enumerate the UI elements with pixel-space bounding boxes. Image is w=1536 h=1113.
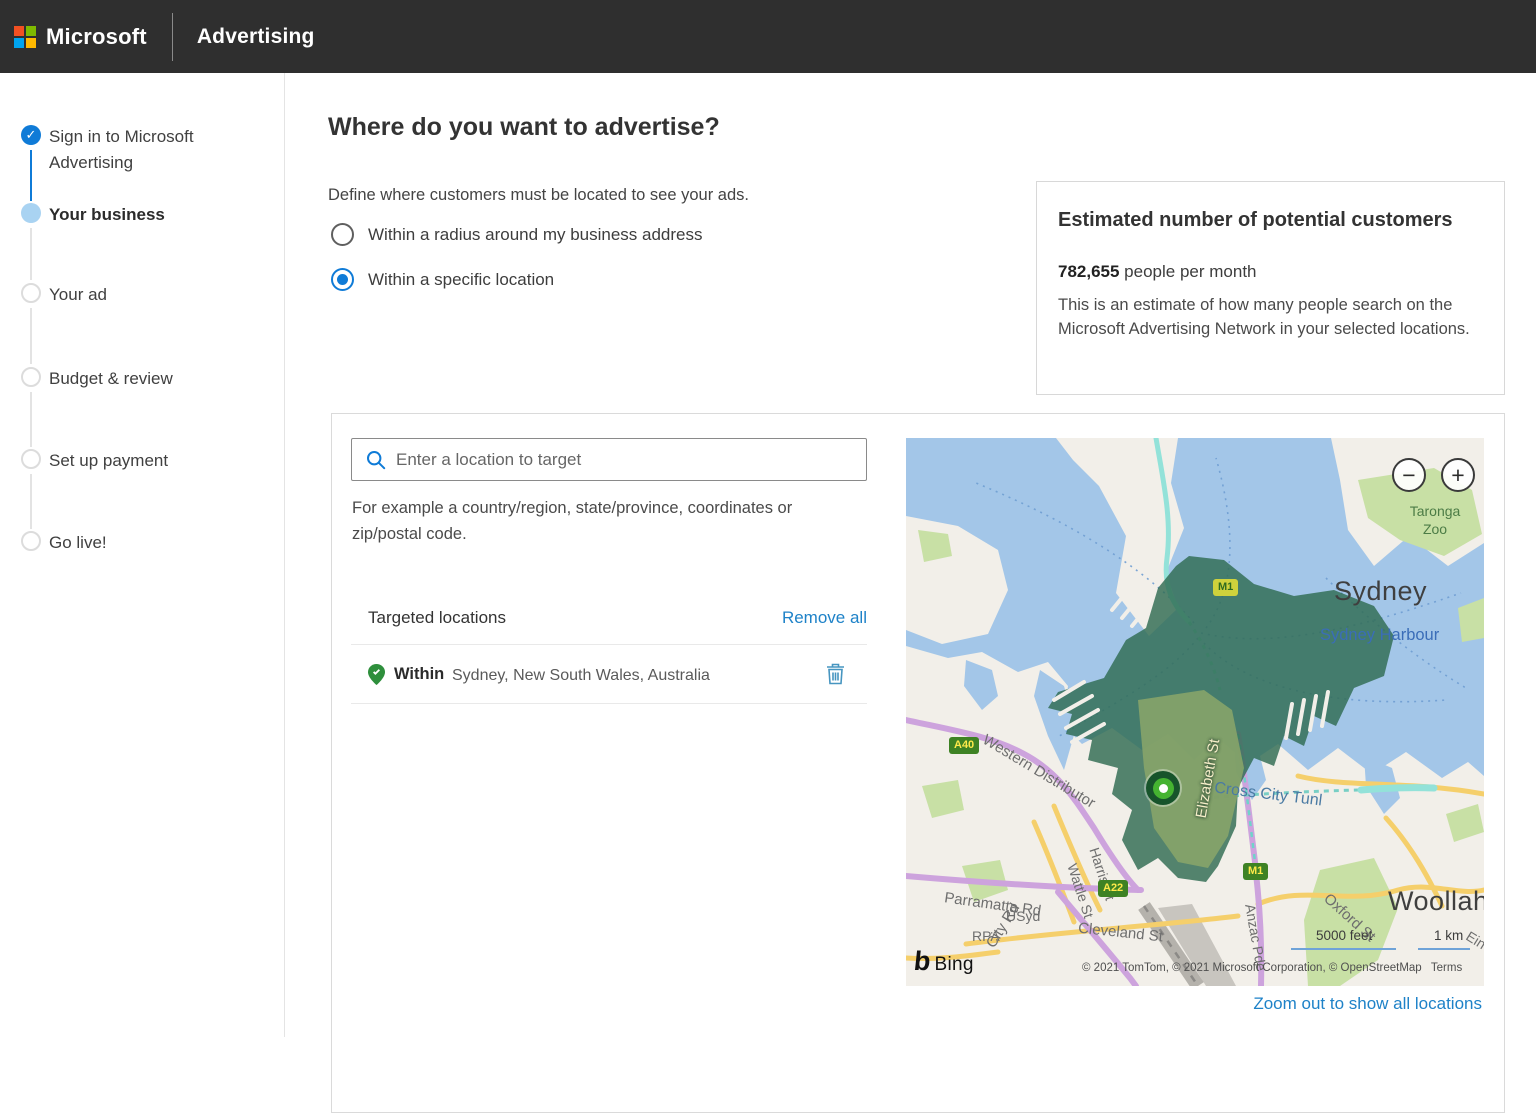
map-canvas: [906, 438, 1484, 986]
zoom-out-all-locations-link[interactable]: Zoom out to show all locations: [1253, 994, 1482, 1014]
step-connector: [30, 474, 32, 529]
scale-km-bar: [1418, 948, 1470, 950]
trash-icon: [826, 663, 845, 685]
targeted-locations-header: Targeted locations: [368, 608, 506, 628]
targeted-location-row: Within Sydney, New South Wales, Australi…: [368, 661, 867, 697]
step-connector: [30, 228, 32, 280]
route-shield-m1-top: M1: [1213, 579, 1238, 596]
radio-label[interactable]: Within a radius around my business addre…: [368, 225, 703, 245]
map-copyright: © 2021 TomTom, © 2021 Microsoft Corporat…: [1082, 962, 1462, 974]
step-connector: [30, 150, 32, 201]
microsoft-logo-icon: [14, 26, 36, 48]
divider: [351, 644, 867, 645]
remove-all-link[interactable]: Remove all: [782, 608, 867, 628]
map-zoom-out-button[interactable]: −: [1392, 458, 1426, 492]
location-targeting-panel: For example a country/region, state/prov…: [331, 413, 1505, 1113]
step-label: Your business: [49, 202, 249, 228]
step-upcoming-circle: [21, 531, 41, 551]
step-completed-check-icon: ✓: [21, 125, 41, 145]
product-name: Advertising: [197, 25, 315, 49]
step-label: Go live!: [49, 530, 249, 556]
step-label: Your ad: [49, 282, 249, 308]
page-subtitle: Define where customers must be located t…: [328, 186, 749, 205]
top-app-bar: Microsoft Advertising: [0, 0, 1536, 73]
estimate-value: 782,655: [1058, 262, 1119, 281]
estimate-suffix: people per month: [1119, 262, 1256, 281]
radio-label[interactable]: Within a specific location: [368, 270, 554, 290]
step-connector: [30, 308, 32, 364]
location-name: Sydney, New South Wales, Australia: [452, 667, 710, 685]
search-hint: For example a country/region, state/prov…: [352, 495, 857, 548]
location-search-input[interactable]: [396, 450, 866, 470]
copyright-text: © 2021 TomTom, © 2021 Microsoft Corporat…: [1082, 962, 1422, 974]
setup-stepper: ✓ Sign in to Microsoft Advertising Your …: [0, 73, 285, 1037]
step-label: Sign in to Microsoft Advertising: [49, 124, 249, 177]
estimate-box: Estimated number of potential customers …: [1036, 181, 1505, 395]
bing-map[interactable]: Sydney Sydney Harbour Taronga Zoo Woolla…: [906, 438, 1484, 986]
radio-unselected-icon[interactable]: [331, 223, 354, 246]
step-label: Set up payment: [49, 448, 249, 474]
bing-logo: b Bing: [914, 946, 974, 977]
step-upcoming-circle: [21, 367, 41, 387]
bing-wordmark: Bing: [935, 954, 974, 976]
location-search-box[interactable]: [351, 438, 867, 481]
estimate-value-line: 782,655 people per month: [1058, 262, 1483, 282]
route-shield-a40: A40: [949, 737, 979, 754]
bing-b-icon: b: [912, 946, 932, 977]
scale-feet-bar: [1291, 948, 1396, 950]
logo-square-blue: [14, 38, 24, 48]
estimate-description: This is an estimate of how many people s…: [1058, 294, 1483, 342]
map-zoom-in-button[interactable]: +: [1441, 458, 1475, 492]
radio-radius-option[interactable]: Within a radius around my business addre…: [331, 223, 703, 246]
location-marker: [1146, 771, 1180, 805]
radio-specific-location-option[interactable]: Within a specific location: [331, 268, 554, 291]
location-pin-icon: [368, 664, 385, 685]
scale-feet-label: 5000 feet: [1316, 928, 1372, 943]
logo-square-yellow: [26, 38, 36, 48]
topbar-divider: [172, 13, 173, 61]
route-shield-a22: A22: [1098, 880, 1128, 897]
divider: [351, 703, 867, 704]
step-connector: [30, 392, 32, 447]
scale-km-label: 1 km: [1434, 928, 1463, 943]
step-current-dot: [21, 203, 41, 223]
page-title: Where do you want to advertise?: [328, 113, 720, 142]
logo-square-green: [26, 26, 36, 36]
logo-square-red: [14, 26, 24, 36]
step-upcoming-circle: [21, 449, 41, 469]
step-label: Budget & review: [49, 366, 249, 392]
terms-link[interactable]: Terms: [1431, 962, 1462, 974]
radio-selected-icon[interactable]: [331, 268, 354, 291]
location-qualifier: Within: [394, 665, 444, 684]
brand-name: Microsoft: [46, 24, 147, 50]
search-icon: [366, 450, 386, 470]
estimate-title: Estimated number of potential customers: [1058, 209, 1483, 232]
delete-location-button[interactable]: [826, 663, 845, 690]
route-shield-m1-bottom: M1: [1243, 863, 1268, 880]
step-upcoming-circle: [21, 283, 41, 303]
